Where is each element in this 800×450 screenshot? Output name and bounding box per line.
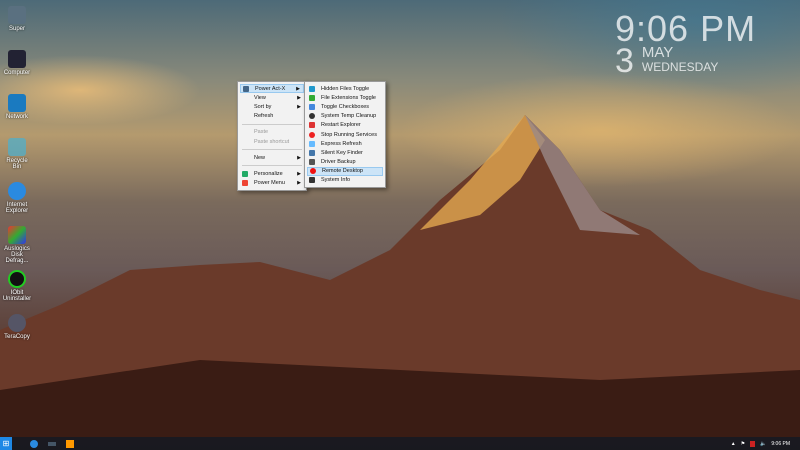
driver-icon bbox=[309, 159, 315, 166]
personalize-icon bbox=[242, 170, 248, 177]
menu-item-power-menu[interactable]: Power Menu ▶ bbox=[240, 179, 304, 188]
menu-item-refresh[interactable]: Refresh bbox=[240, 112, 304, 121]
stop-icon bbox=[309, 131, 315, 138]
taskbar: ⊞ ▲ ⚑ 🔈 9:06 PM bbox=[0, 437, 800, 450]
network-icon[interactable] bbox=[750, 440, 756, 447]
checkbox-icon bbox=[309, 103, 315, 110]
menu-label: System Info bbox=[321, 177, 351, 184]
chevron-right-icon: ▶ bbox=[297, 94, 301, 101]
power-icon bbox=[242, 180, 248, 187]
menu-item-new[interactable]: New ▶ bbox=[240, 153, 304, 162]
power-act-x-icon bbox=[243, 85, 249, 92]
chevron-right-icon: ▶ bbox=[296, 85, 300, 92]
chevron-right-icon: ▶ bbox=[297, 103, 301, 110]
menu-label: System Temp Cleanup bbox=[321, 113, 377, 120]
start-button[interactable]: ⊞ bbox=[0, 437, 12, 450]
desktop-icon-internet-explorer[interactable]: Internet Explorer bbox=[2, 182, 32, 226]
desktop-icons: Super Computer Network Recycle Bin Inter… bbox=[2, 6, 32, 358]
submenu-item-toggle-checkboxes[interactable]: Toggle Checkboxes bbox=[307, 102, 383, 111]
flag-icon[interactable]: ⚑ bbox=[741, 441, 745, 447]
clock-day: 3 bbox=[615, 42, 634, 80]
menu-label: Restart Explorer bbox=[321, 122, 361, 129]
desktop-icon-network[interactable]: Network bbox=[2, 94, 32, 138]
menu-label: Paste shortcut bbox=[254, 138, 290, 145]
submenu-item-file-extensions[interactable]: File Extensions Toggle bbox=[307, 93, 383, 102]
icon-label: Computer bbox=[3, 70, 31, 76]
taskbar-internet-explorer[interactable] bbox=[30, 439, 38, 448]
icon-label: IObit Uninstaller bbox=[2, 290, 32, 302]
menu-label: Stop Running Services bbox=[321, 131, 377, 138]
menu-label: Power Menu bbox=[254, 180, 285, 187]
icon-label: Network bbox=[5, 114, 28, 120]
system-info-icon bbox=[309, 177, 315, 184]
taskbar-clock[interactable]: 9:06 PM bbox=[771, 441, 790, 447]
desktop-icon-teracopy[interactable]: TeraCopy bbox=[2, 314, 32, 358]
submenu-item-system-info[interactable]: System Info bbox=[307, 176, 383, 185]
chevron-right-icon: ▶ bbox=[297, 170, 301, 177]
menu-label: View bbox=[254, 94, 266, 101]
taskbar-media-player[interactable] bbox=[66, 439, 74, 448]
menu-label: Toggle Checkboxes bbox=[321, 103, 370, 110]
restart-icon bbox=[309, 122, 315, 129]
menu-item-personalize[interactable]: Personalize ▶ bbox=[240, 169, 304, 178]
menu-separator bbox=[242, 149, 302, 151]
menu-item-sort-by[interactable]: Sort by ▶ bbox=[240, 102, 304, 111]
menu-label: Driver Backup bbox=[321, 159, 356, 166]
menu-label: Paste bbox=[254, 129, 269, 136]
submenu-item-express-refresh[interactable]: Express Refresh bbox=[307, 139, 383, 148]
hidden-files-icon bbox=[309, 85, 315, 92]
key-icon bbox=[309, 149, 315, 156]
menu-separator bbox=[242, 123, 302, 125]
submenu-item-stop-services[interactable]: Stop Running Services bbox=[307, 130, 383, 139]
refresh-icon bbox=[309, 140, 315, 147]
menu-label: Express Refresh bbox=[321, 140, 362, 147]
menu-label: New bbox=[254, 154, 266, 161]
chevron-right-icon: ▶ bbox=[297, 154, 301, 161]
clock-widget: 9:06 PM 3 MAY WEDNESDAY bbox=[615, 8, 757, 80]
icon-label: Recycle Bin bbox=[6, 158, 28, 170]
menu-item-paste: Paste bbox=[240, 128, 304, 137]
gear-icon bbox=[309, 113, 315, 120]
context-menu: Power Act-X ▶ View ▶ Sort by ▶ Refresh Past… bbox=[237, 81, 307, 191]
remote-desktop-icon bbox=[310, 168, 316, 175]
menu-label: File Extensions Toggle bbox=[321, 94, 376, 101]
submenu-item-hidden-files[interactable]: Hidden Files Toggle bbox=[307, 84, 383, 93]
menu-label: Remote Desktop bbox=[322, 168, 363, 175]
chevron-right-icon: ▶ bbox=[297, 180, 301, 187]
file-extensions-icon bbox=[309, 94, 315, 101]
icon-label: Super bbox=[8, 26, 25, 32]
clock-time: 9:06 PM bbox=[615, 8, 757, 49]
desktop-icon-super[interactable]: Super bbox=[2, 6, 32, 50]
menu-item-paste-shortcut: Paste shortcut bbox=[240, 137, 304, 146]
menu-label: Personalize bbox=[254, 170, 283, 177]
menu-label: Power Act-X bbox=[255, 85, 286, 92]
taskbar-app[interactable] bbox=[48, 441, 56, 446]
clock-month: MAY bbox=[641, 44, 674, 61]
volume-icon[interactable]: 🔈 bbox=[760, 441, 766, 447]
menu-label: Hidden Files Toggle bbox=[321, 85, 370, 92]
icon-label: TeraCopy bbox=[4, 334, 30, 340]
power-act-x-submenu: Hidden Files Toggle File Extensions Togg… bbox=[304, 81, 386, 189]
submenu-item-remote-desktop[interactable]: Remote Desktop bbox=[307, 166, 383, 176]
desktop-icon-computer[interactable]: Computer bbox=[2, 50, 32, 94]
desktop-icon-recycle-bin[interactable]: Recycle Bin bbox=[2, 138, 32, 182]
submenu-item-temp-cleanup[interactable]: System Temp Cleanup bbox=[307, 112, 383, 121]
desktop-icon-iobit-uninstaller[interactable]: IObit Uninstaller bbox=[2, 270, 32, 314]
system-tray: ▲ ⚑ 🔈 9:06 PM bbox=[731, 437, 790, 450]
icon-label: Internet Explorer bbox=[5, 202, 29, 214]
desktop-icon-auslogics[interactable]: Auslogics Disk Defrag... bbox=[2, 226, 32, 270]
menu-label: Sort by bbox=[254, 103, 272, 110]
show-hidden-icons[interactable]: ▲ bbox=[731, 441, 736, 447]
clock-weekday: WEDNESDAY bbox=[641, 60, 719, 74]
icon-label: Auslogics Disk Defrag... bbox=[4, 246, 30, 264]
submenu-item-driver-backup[interactable]: Driver Backup bbox=[307, 158, 383, 167]
submenu-item-key-finder[interactable]: Silent Key Finder bbox=[307, 148, 383, 157]
submenu-item-restart-explorer[interactable]: Restart Explorer bbox=[307, 121, 383, 130]
menu-label: Refresh bbox=[254, 113, 274, 120]
menu-label: Silent Key Finder bbox=[321, 149, 363, 156]
menu-item-power-act-x[interactable]: Power Act-X ▶ bbox=[240, 84, 304, 94]
windows-icon: ⊞ bbox=[2, 439, 10, 448]
menu-item-view[interactable]: View ▶ bbox=[240, 93, 304, 102]
menu-separator bbox=[242, 165, 302, 167]
